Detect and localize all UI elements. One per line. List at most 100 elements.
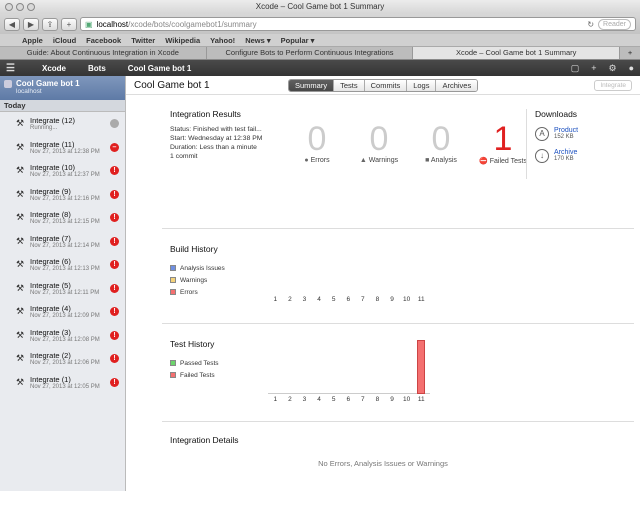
x-tick-label: 1 [273,396,278,403]
new-tab-button[interactable]: + [620,47,640,59]
x-tick-label: 2 [288,396,292,403]
tab-commits[interactable]: Commits [364,79,408,91]
error-icon: ! [110,189,119,199]
integration-list-item[interactable]: ⚒ Integrate (11) Nov 27, 2013 at 12:38 PM – [0,136,125,160]
integration-list-item[interactable]: ⚒ Integrate (12) Running... [0,112,125,136]
bookmark-item[interactable]: Wikipedia [165,36,200,45]
integration-list-item[interactable]: ⚒ Integrate (6) Nov 27, 2013 at 12:13 PM! [0,253,125,277]
integration-list-item[interactable]: ⚒ Integrate (3) Nov 27, 2013 at 12:08 PM! [0,324,125,348]
tab-tests[interactable]: Tests [334,79,365,91]
x-tick-label: 4 [317,396,321,403]
browser-tab-active[interactable]: Xcode – Cool Game bot 1 Summary [413,47,621,59]
legend-swatch [170,289,176,295]
reader-button[interactable]: Reader [598,18,631,30]
integrate-button[interactable]: Integrate [594,79,632,91]
integration-icon: ⚒ [16,376,25,387]
main-content: Cool Game bot 1 Summary Tests Commits Lo… [126,76,640,491]
warnings-count: 0 [369,120,389,158]
forward-button[interactable]: ▶ [23,17,39,31]
x-tick-label: 6 [346,296,351,303]
error-icon: ! [110,377,119,387]
errors-label: Errors [310,157,330,164]
analysis-label: Analysis [430,157,457,164]
error-icon: ! [110,236,119,246]
failed-icon: ⛔ [479,158,488,165]
integration-list-item[interactable]: ⚒ Integrate (8) Nov 27, 2013 at 12:15 PM! [0,206,125,230]
x-tick-label: 6 [346,396,351,403]
integration-date: Nov 27, 2013 at 12:05 PM [30,383,100,390]
back-button[interactable]: ◀ [4,17,20,31]
sidebar-bot-header[interactable]: Cool Game bot 1 localhost [0,76,125,100]
divider [162,323,634,324]
integration-icon: ⚒ [16,282,25,293]
gear-icon[interactable]: ⚙ [608,63,616,74]
details-empty-text: No Errors, Analysis Issues or Warnings [318,459,448,468]
browser-tab[interactable]: Guide: About Continuous Integration in X… [0,47,207,59]
integration-list-item[interactable]: ⚒ Integrate (2) Nov 27, 2013 at 12:06 PM! [0,347,125,371]
download-product[interactable]: A Product 152 KB [535,127,626,141]
address-bar[interactable]: ▣ localhost/xcode/bots/coolgamebot1/summ… [80,17,636,31]
integration-list-item[interactable]: ⚒ Integrate (4) Nov 27, 2013 at 12:09 PM! [0,300,125,324]
bookmark-item[interactable]: Apple [22,36,43,45]
layout-icon[interactable]: ▢ [571,63,580,74]
integration-list-item[interactable]: ⚒ Integrate (5) Nov 27, 2013 at 12:11 PM! [0,277,125,301]
x-tick-label: 1 [273,296,278,303]
x-tick-label: 3 [302,296,307,303]
nav-bots[interactable]: Bots [88,64,106,73]
x-tick-label: 10 [403,296,411,303]
bookmark-item[interactable]: Twitter [131,36,155,45]
analysis-icon: ■ [425,157,430,164]
warnings-label: Warnings [368,157,399,164]
menu-icon[interactable]: ☰ [6,63,20,74]
failed-tests-count: 1 [493,120,513,158]
add-icon[interactable]: + [591,63,596,73]
add-bookmark-button[interactable]: + [61,17,77,31]
user-icon[interactable]: ● [629,63,634,73]
page-title: Cool Game bot 1 [134,79,210,91]
tab-archives[interactable]: Archives [436,79,478,91]
failed-tests-bar [417,340,426,394]
integration-list-item[interactable]: ⚒ Integrate (10) Nov 27, 2013 at 12:37 PM! [0,159,125,183]
bookmark-item[interactable]: Facebook [86,36,121,45]
build-history-x-axis: 1 2 3 4 5 6 7 8 9 10 11 [268,296,429,303]
integration-date: Nov 27, 2013 at 12:38 PM [30,148,100,155]
test-history-chart [268,338,430,394]
download-archive[interactable]: ↓ Archive 170 KB [535,149,626,163]
share-button[interactable]: ⇪ [42,17,58,31]
browser-tab[interactable]: Configure Bots to Perform Continuous Int… [207,47,414,59]
legend-swatch [170,372,176,378]
minimize-window-button[interactable] [16,3,24,11]
integration-list-item[interactable]: ⚒ Integrate (9) Nov 27, 2013 at 12:16 PM! [0,183,125,207]
integration-icon: ⚒ [16,188,25,199]
x-tick-label: 9 [390,296,394,303]
window-controls [5,3,35,11]
bookmark-item[interactable]: Popular ▾ [281,36,315,45]
reload-icon[interactable]: ↻ [587,20,594,29]
failed-tests-counter: 1 ⛔ Failed Tests [472,122,534,165]
legend-item: Errors [170,286,225,298]
x-tick-label: 11 [417,296,425,303]
download-product-link[interactable]: Product [554,127,578,134]
nav-current-bot[interactable]: Cool Game bot 1 [128,64,192,73]
download-product-size: 152 KB [554,134,574,140]
close-window-button[interactable] [5,3,13,11]
integration-icon: ⚒ [16,118,25,129]
tab-summary[interactable]: Summary [289,79,335,91]
legend-label: Analysis Issues [180,264,225,272]
integration-label: Integrate (7) [30,233,71,243]
bookmark-item[interactable]: Yahoo! [210,36,235,45]
xcode-navbar: ☰ Xcode Bots Cool Game bot 1 ▢ + ⚙ ● [0,60,640,76]
errors-count: 0 [307,120,327,158]
integration-icon: ⚒ [16,141,25,152]
bookmark-item[interactable]: iCloud [53,36,76,45]
bookmark-item[interactable]: News ▾ [245,36,270,45]
integration-list-item[interactable]: ⚒ Integrate (1) Nov 27, 2013 at 12:05 PM! [0,371,125,395]
x-tick-label: 5 [331,396,336,403]
integration-list-item[interactable]: ⚒ Integrate (7) Nov 27, 2013 at 12:14 PM! [0,230,125,254]
x-tick-label: 2 [288,296,292,303]
zoom-window-button[interactable] [27,3,35,11]
download-archive-link[interactable]: Archive [554,149,577,156]
tab-logs[interactable]: Logs [407,79,437,91]
x-tick-label: 8 [375,296,380,303]
nav-xcode[interactable]: Xcode [42,64,66,73]
